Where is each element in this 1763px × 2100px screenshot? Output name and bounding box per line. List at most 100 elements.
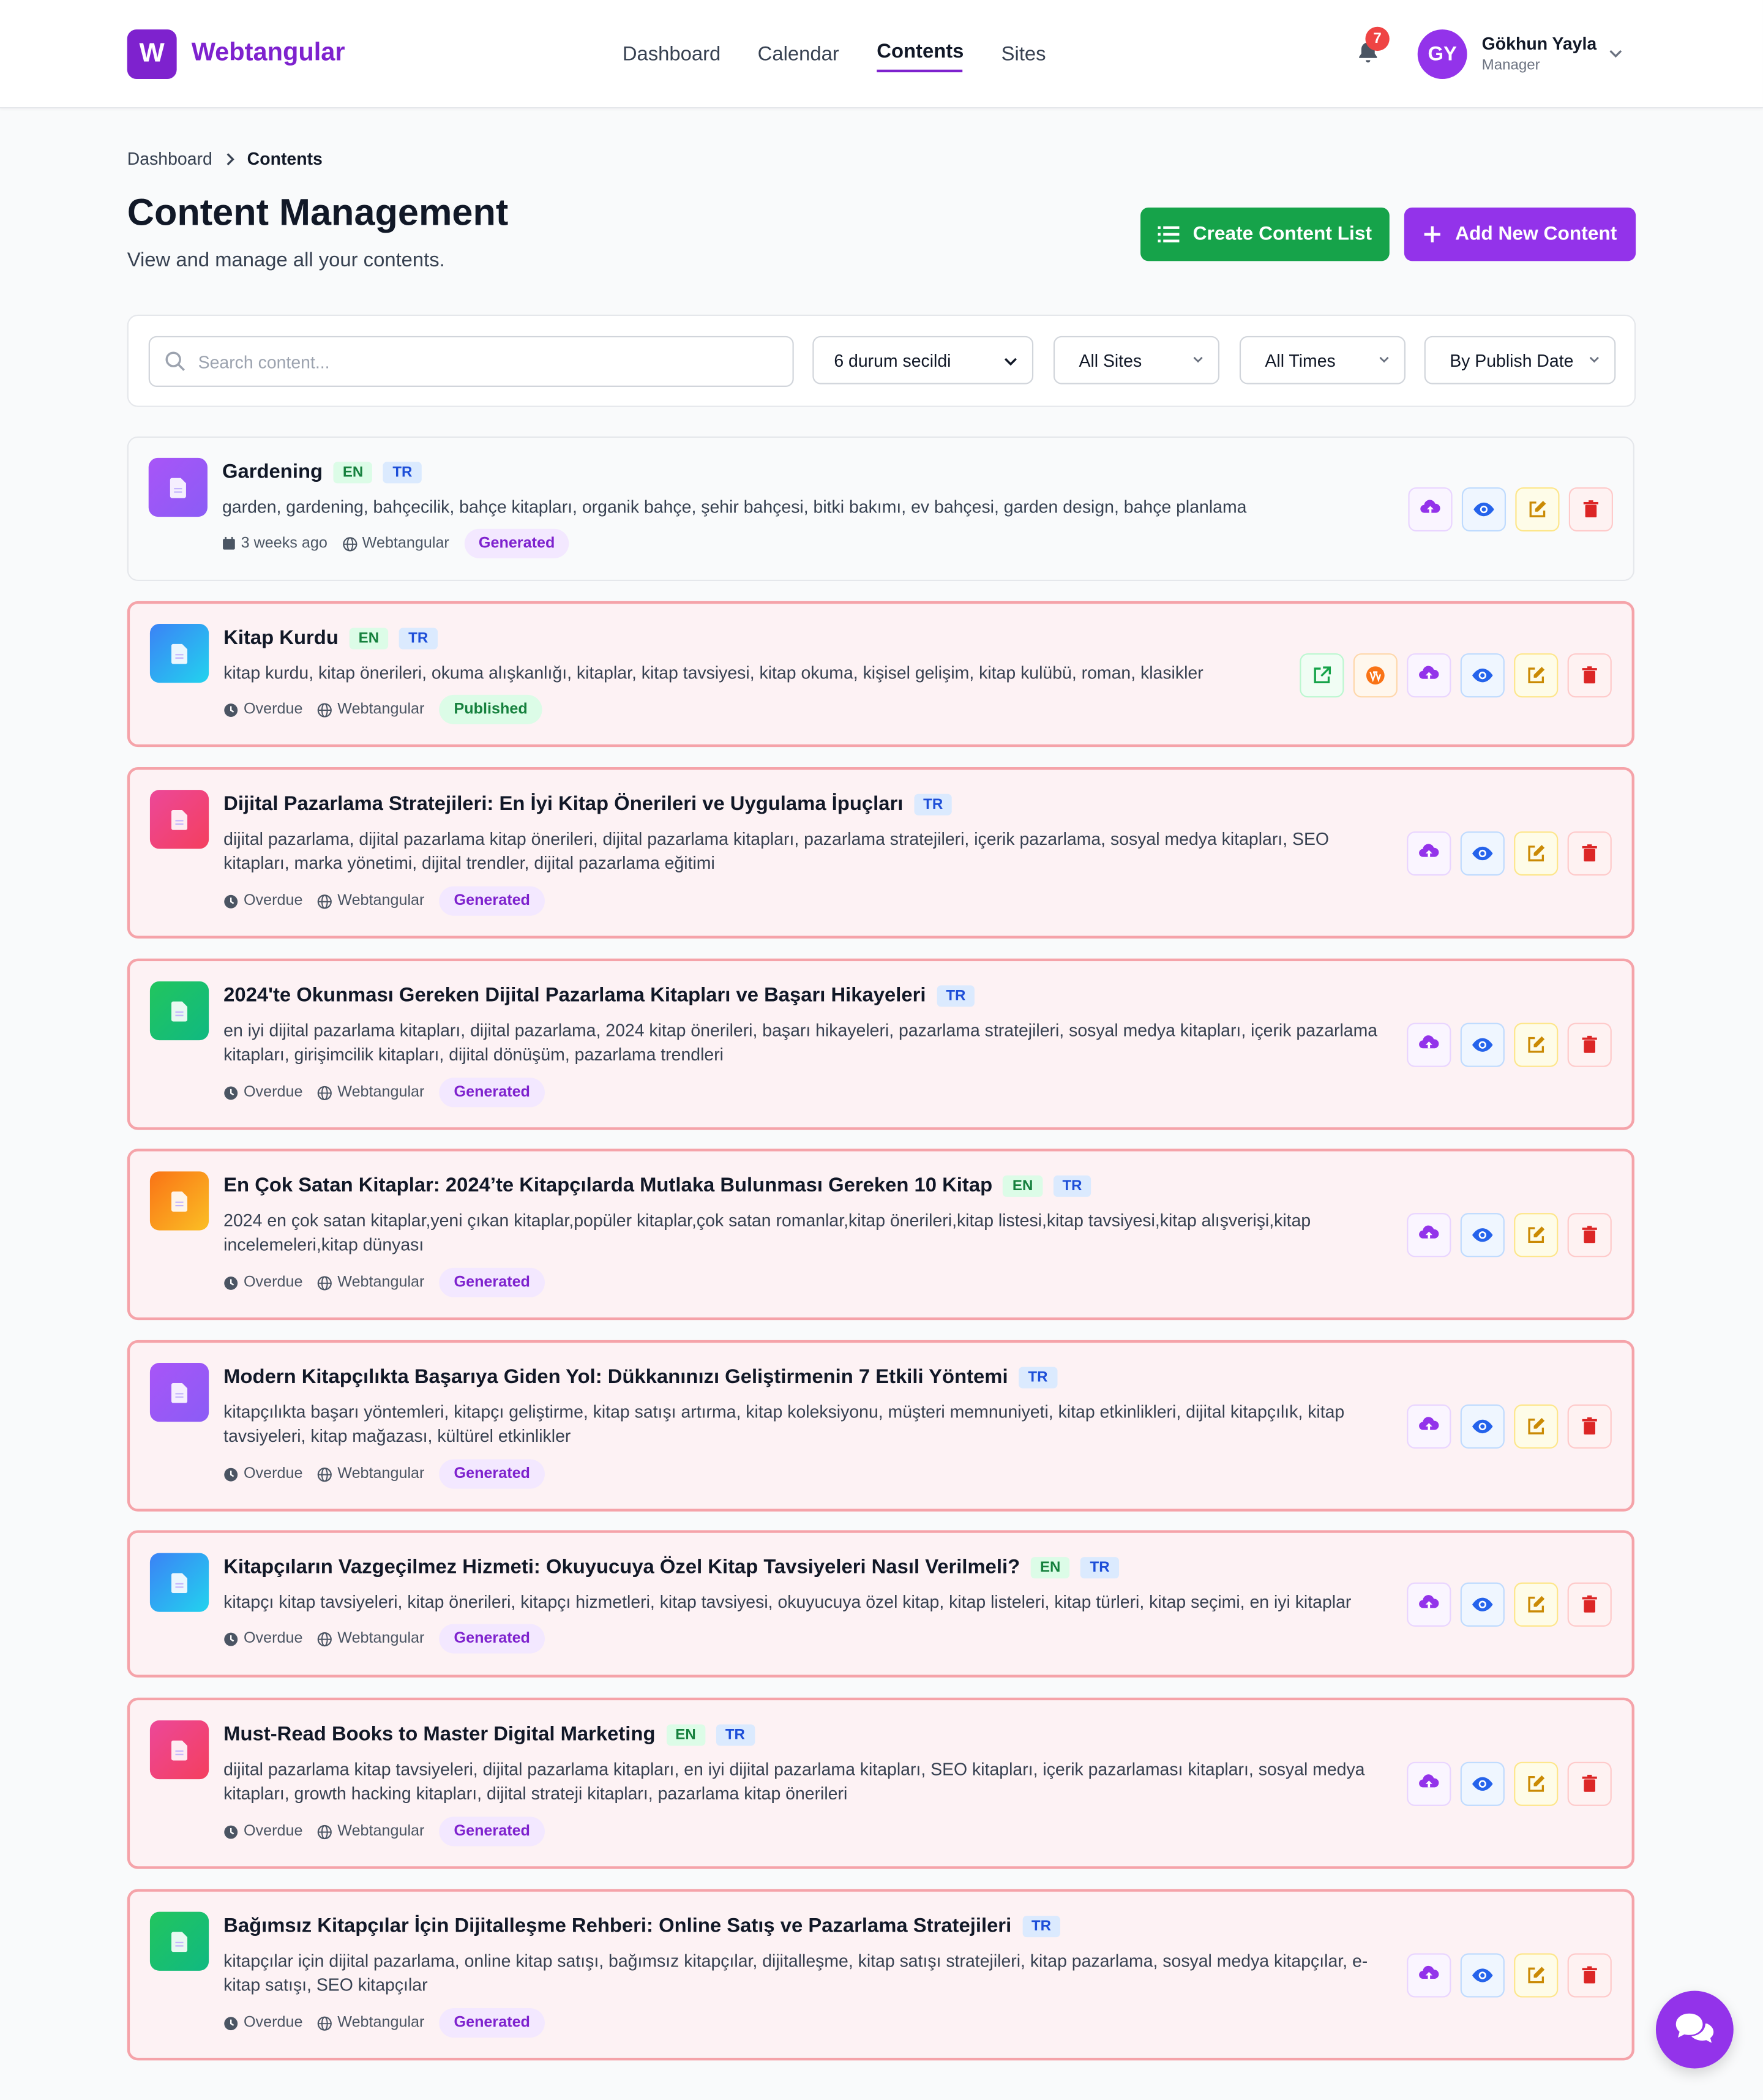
delete-button[interactable] xyxy=(1567,1953,1612,1998)
add-new-content-button[interactable]: Add New Content xyxy=(1404,207,1636,261)
nav-dashboard[interactable]: Dashboard xyxy=(623,43,721,66)
view-button[interactable] xyxy=(1460,1582,1505,1627)
wordpress-icon xyxy=(1366,666,1385,685)
content-keywords: 2024 en çok satan kitaplar,yeni çıkan ki… xyxy=(223,1210,1311,1254)
edit-button[interactable] xyxy=(1515,487,1560,532)
content-card[interactable]: Bağımsız Kitapçılar İçin Dijitalleşme Re… xyxy=(127,1889,1634,2061)
view-button[interactable] xyxy=(1460,1761,1505,1806)
delete-button[interactable] xyxy=(1567,653,1612,698)
content-card[interactable]: En Çok Satan Kitaplar: 2024’te Kitapçıla… xyxy=(127,1149,1634,1321)
nav-contents[interactable]: Contents xyxy=(877,40,964,63)
view-button[interactable] xyxy=(1461,487,1507,532)
delete-button[interactable] xyxy=(1567,1404,1612,1449)
upload-button[interactable] xyxy=(1407,1213,1451,1258)
content-title-row: Kitap Kurdu EN TR xyxy=(223,626,438,650)
content-card[interactable]: Gardening EN TR garden, gardening, bahçecil… xyxy=(127,436,1634,582)
content-title[interactable]: Kitap Kurdu xyxy=(223,626,339,649)
edit-button[interactable] xyxy=(1514,1022,1559,1067)
sort-select[interactable]: By Publish Date xyxy=(1424,336,1616,384)
content-card[interactable]: Modern Kitapçılıkta Başarıya Giden Yol: … xyxy=(127,1340,1634,1512)
content-card[interactable]: Dijital Pazarlama Stratejileri: En İyi K… xyxy=(127,767,1634,939)
chevron-right-icon xyxy=(226,152,234,165)
file-icon xyxy=(149,1720,209,1780)
upload-button[interactable] xyxy=(1407,831,1451,876)
status-badge: Generated xyxy=(439,1078,545,1108)
content-card[interactable]: Kitapçıların Vazgeçilmez Hizmeti: Okuyuc… xyxy=(127,1530,1634,1678)
delete-button[interactable] xyxy=(1568,487,1613,532)
delete-button[interactable] xyxy=(1567,1022,1612,1067)
view-button[interactable] xyxy=(1460,1022,1505,1067)
delete-button[interactable] xyxy=(1567,831,1612,876)
logo-mark[interactable]: W xyxy=(127,29,177,80)
upload-button[interactable] xyxy=(1407,1761,1451,1806)
content-title[interactable]: Kitapçıların Vazgeçilmez Hizmeti: Okuyuc… xyxy=(223,1556,1020,1578)
upload-button[interactable] xyxy=(1407,653,1451,698)
content-actions xyxy=(1408,487,1613,532)
content-title[interactable]: Bağımsız Kitapçılar İçin Dijitalleşme Re… xyxy=(223,1914,1011,1937)
edit-button[interactable] xyxy=(1514,831,1559,876)
language-badge-tr: TR xyxy=(383,461,422,483)
cloud-upload-icon xyxy=(1419,1965,1439,1979)
cloud-upload-icon xyxy=(1419,1225,1439,1239)
brand-name[interactable]: Webtangular xyxy=(192,39,345,68)
delete-button[interactable] xyxy=(1567,1213,1612,1258)
view-button[interactable] xyxy=(1460,653,1505,698)
nav-sites[interactable]: Sites xyxy=(1001,43,1046,66)
document-icon xyxy=(170,477,186,498)
status-filter-value: 6 durum secildi xyxy=(834,350,951,370)
wordpress-button[interactable] xyxy=(1353,653,1398,698)
edit-button[interactable] xyxy=(1514,1761,1559,1806)
view-button[interactable] xyxy=(1460,831,1505,876)
status-filter-select[interactable]: 6 durum secildi xyxy=(812,336,1034,384)
edit-icon xyxy=(1528,1775,1545,1792)
chat-button[interactable] xyxy=(1655,1990,1734,2069)
content-card[interactable]: 2024'te Okunması Gereken Dijital Pazarla… xyxy=(127,958,1634,1130)
language-badge-en: EN xyxy=(665,1723,706,1746)
avatar[interactable]: GY xyxy=(1417,29,1467,80)
eye-icon xyxy=(1473,502,1494,517)
chevron-down-icon[interactable] xyxy=(1606,44,1625,63)
edit-button[interactable] xyxy=(1514,653,1559,698)
search-input[interactable] xyxy=(198,337,774,386)
breadcrumb-dashboard[interactable]: Dashboard xyxy=(127,149,212,169)
globe-icon xyxy=(317,1631,332,1646)
content-actions xyxy=(1407,1404,1612,1449)
create-content-list-button[interactable]: Create Content List xyxy=(1140,207,1390,261)
content-title[interactable]: Must-Read Books to Master Digital Market… xyxy=(223,1723,655,1746)
view-button[interactable] xyxy=(1460,1953,1505,1998)
content-title[interactable]: Dijital Pazarlama Stratejileri: En İyi K… xyxy=(223,793,903,816)
delete-button[interactable] xyxy=(1567,1582,1612,1627)
upload-button[interactable] xyxy=(1408,487,1453,532)
delete-button[interactable] xyxy=(1567,1761,1612,1806)
language-badge-tr: TR xyxy=(1053,1174,1091,1196)
page-title: Content Management xyxy=(127,191,509,233)
content-meta: Overdue Webtangular Generated xyxy=(223,2008,545,2038)
view-button[interactable] xyxy=(1460,1213,1505,1258)
edit-button[interactable] xyxy=(1514,1582,1559,1627)
language-badge-tr: TR xyxy=(399,627,438,649)
edit-button[interactable] xyxy=(1514,1404,1559,1449)
content-meta: Overdue Webtangular Generated xyxy=(223,1459,545,1489)
upload-button[interactable] xyxy=(1407,1022,1451,1067)
upload-button[interactable] xyxy=(1407,1953,1451,1998)
cloud-upload-icon xyxy=(1420,500,1440,513)
times-filter-select[interactable]: All Times xyxy=(1239,336,1406,384)
upload-button[interactable] xyxy=(1407,1404,1451,1449)
edit-button[interactable] xyxy=(1514,1953,1559,1998)
view-button[interactable] xyxy=(1460,1404,1505,1449)
site-name: Webtangular xyxy=(342,536,449,552)
user-name[interactable]: Gökhun Yayla xyxy=(1482,34,1597,54)
content-card[interactable]: Must-Read Books to Master Digital Market… xyxy=(127,1697,1634,1869)
content-title[interactable]: 2024'te Okunması Gereken Dijital Pazarla… xyxy=(223,984,926,1007)
site-name-text: Webtangular xyxy=(337,2014,425,2031)
content-title[interactable]: Gardening xyxy=(222,460,323,483)
content-title[interactable]: Modern Kitapçılıkta Başarıya Giden Yol: … xyxy=(223,1365,1008,1388)
external-button[interactable] xyxy=(1300,653,1344,698)
edit-button[interactable] xyxy=(1514,1213,1559,1258)
nav-calendar[interactable]: Calendar xyxy=(758,43,839,66)
sites-filter-select[interactable]: All Sites xyxy=(1053,336,1220,384)
upload-button[interactable] xyxy=(1407,1582,1451,1627)
content-title[interactable]: En Çok Satan Kitaplar: 2024’te Kitapçıla… xyxy=(223,1174,992,1197)
site-name-text: Webtangular xyxy=(337,1466,425,1482)
content-card[interactable]: Kitap Kurdu EN TR kitap kurdu, kitap öneril… xyxy=(127,601,1634,748)
